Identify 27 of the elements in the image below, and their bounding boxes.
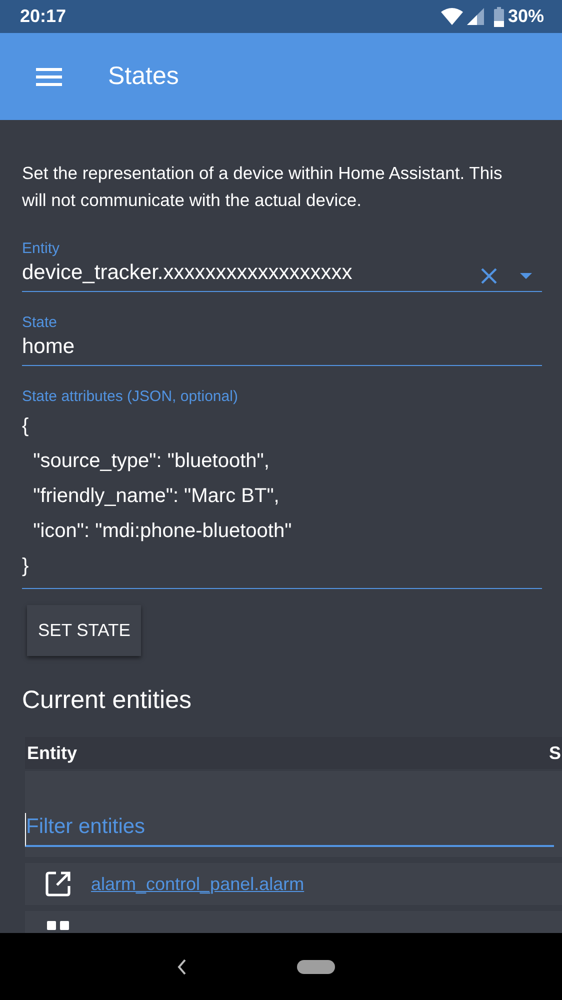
field-label: Entity [22,240,60,257]
field-value: home [22,335,76,360]
menu-icon[interactable] [36,68,62,86]
clock: 20:17 [20,6,66,27]
description: Set the representation of a device within Home Assistant. This will not communicate with the actual device. [22,162,504,212]
section-title: Current entities [22,686,193,715]
input-field[interactable]: State home [22,314,542,366]
column-header[interactable]: Entity [25,742,547,764]
json-text-area[interactable]: State attributes (JSON, optional) { "source_type": "bluetooth", "friendly_name": "Marc BT", "icon": "mdi:phone-bluetooth" } [22,388,542,589]
set-state-button[interactable]: SET STATE [27,605,142,656]
column-header[interactable]: S [547,742,562,764]
home-pill-icon[interactable] [297,960,335,974]
open-external-icon [45,871,71,897]
back-icon[interactable] [177,958,187,974]
wifi-icon [440,8,463,25]
caret-icon[interactable] [520,273,532,279]
filter-field[interactable]: Filter entities [25,771,562,857]
field-label: State attributes (JSON, optional) [22,388,238,405]
field-value: { "source_type": "bluetooth", "friendly_name": "Marc BT", "icon": "mdi:phone-bluetooth" } [22,414,293,579]
signal-icon [466,8,484,25]
page-title: States [108,62,179,91]
input-field[interactable]: Entity device_tracker.xxxxxxxxxxxxxxxxxx [22,240,542,292]
battery-percent: 30% [508,6,544,27]
field-value: device_tracker.xxxxxxxxxxxxxxxxxx [22,261,354,286]
battery-icon [494,6,504,26]
field-label: State [22,314,58,331]
clear-icon[interactable] [480,267,498,285]
